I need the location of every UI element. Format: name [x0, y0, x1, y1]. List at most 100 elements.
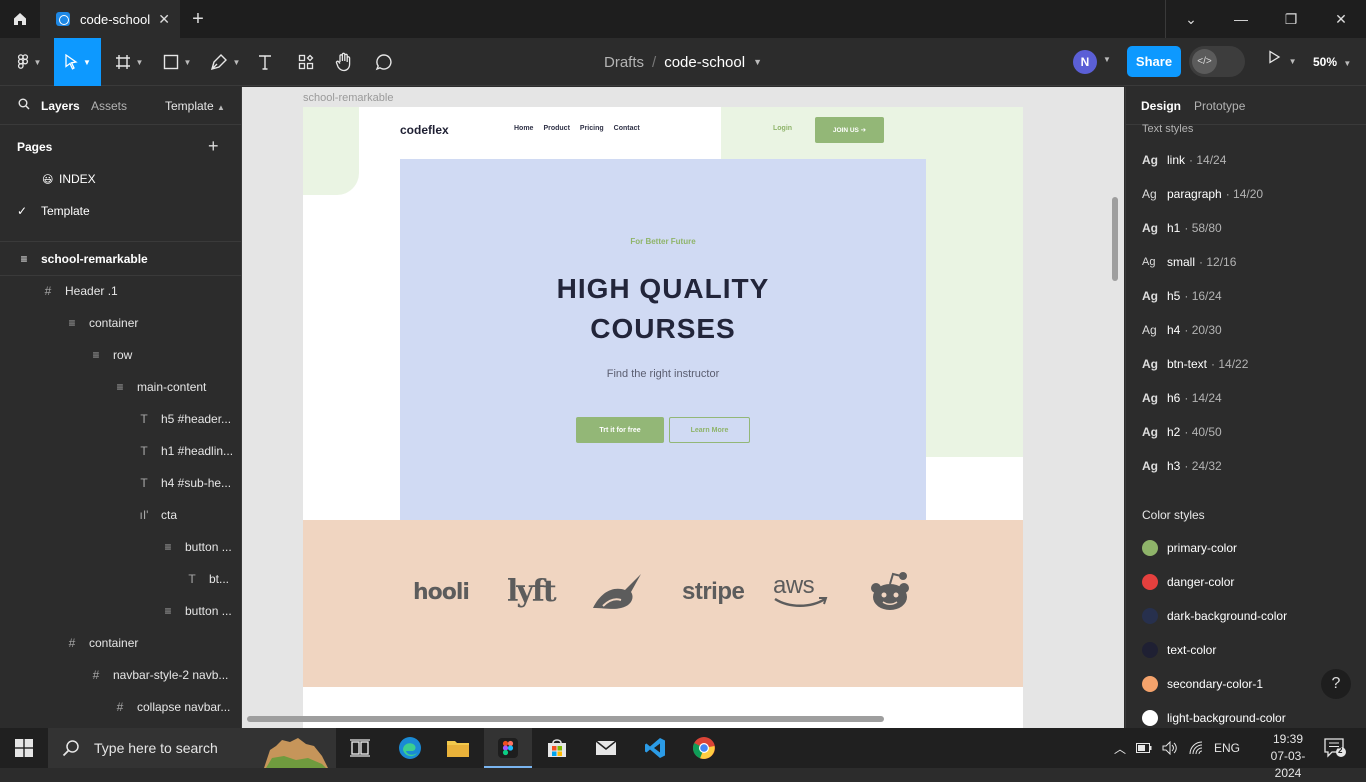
layer-row[interactable]: ≡ row	[0, 339, 241, 371]
layer-h1[interactable]: T h1 #headlin...	[0, 435, 241, 467]
layer-navbar[interactable]: # navbar-style-2 navb...	[0, 659, 241, 691]
restore-button[interactable]: ❐	[1266, 0, 1316, 38]
site-nav-contact[interactable]: Contact	[614, 125, 640, 132]
layer-main-content[interactable]: ≡ main-content	[0, 371, 241, 403]
taskbar-chrome[interactable]	[680, 728, 728, 768]
text-style-link[interactable]: Ag link · 14/24	[1142, 143, 1362, 177]
move-tool[interactable]: ▼	[54, 38, 101, 86]
new-tab-button[interactable]: +	[184, 0, 212, 38]
text-style-btn-text[interactable]: Ag btn-text · 14/22	[1142, 347, 1362, 381]
user-avatar[interactable]: N	[1073, 50, 1097, 74]
close-window-button[interactable]: ✕	[1316, 0, 1366, 38]
frame-label[interactable]: school-remarkable	[303, 92, 393, 104]
layer-cta[interactable]: ıI' cta	[0, 499, 241, 531]
wifi-icon[interactable]	[1188, 741, 1204, 755]
taskbar-search[interactable]: Type here to search	[48, 728, 336, 768]
layer-header[interactable]: # Header .1	[0, 275, 241, 307]
help-button[interactable]: ?	[1321, 669, 1351, 699]
text-style-h5[interactable]: Ag h5 · 16/24	[1142, 279, 1362, 313]
search-icon[interactable]	[18, 98, 30, 113]
taskbar-edge[interactable]	[386, 728, 434, 768]
tab-layers[interactable]: Layers	[41, 99, 80, 113]
layer-name: Header .1	[65, 284, 118, 298]
taskbar-vscode[interactable]	[631, 728, 679, 768]
hero-learn-more-button[interactable]: Learn More	[669, 417, 750, 443]
text-style-h4[interactable]: Ag h4 · 20/30	[1142, 313, 1362, 347]
taskbar-clock[interactable]: 19:39 07-03-2024	[1258, 731, 1318, 782]
share-button[interactable]: Share	[1127, 46, 1181, 77]
site-nav-pricing[interactable]: Pricing	[580, 125, 604, 132]
frame-icon: #	[44, 284, 52, 298]
tab-design[interactable]: Design	[1141, 99, 1181, 113]
pen-tool[interactable]: ▼	[206, 38, 244, 86]
frame-tool[interactable]: ▼	[110, 38, 148, 86]
chevron-down-icon[interactable]: ▼	[1103, 55, 1111, 64]
comment-tool[interactable]	[370, 38, 398, 86]
task-view-button[interactable]	[336, 728, 384, 768]
text-style-h2[interactable]: Ag h2 · 40/50	[1142, 415, 1362, 449]
color-style-text[interactable]: text-color	[1142, 633, 1362, 667]
taskbar-figma[interactable]	[484, 728, 532, 768]
hero-section[interactable]: For Better Future HIGH QUALITY COURSES F…	[400, 159, 926, 520]
divider	[0, 241, 241, 242]
dev-mode-toggle[interactable]: </>	[1189, 46, 1245, 77]
layer-button-1[interactable]: ≡ button ...	[0, 531, 241, 563]
resources-tool[interactable]	[292, 38, 320, 86]
color-style-light-background[interactable]: light-background-color	[1142, 701, 1362, 728]
site-nav-home[interactable]: Home	[514, 125, 533, 132]
color-style-primary[interactable]: primary-color	[1142, 531, 1362, 565]
design-canvas[interactable]: school-remarkable codeflex Home Product …	[242, 87, 1124, 728]
tab-template[interactable]: Template ▲	[165, 99, 225, 113]
page-index[interactable]: 😃 INDEX	[0, 163, 241, 195]
tab-assets[interactable]: Assets	[91, 99, 127, 113]
language-indicator[interactable]: ENG	[1214, 741, 1240, 755]
chevron-down-icon[interactable]: ⌄	[1166, 0, 1216, 38]
emoji-icon: 😃	[42, 173, 54, 186]
text-tool[interactable]	[252, 38, 278, 86]
tab-close-icon[interactable]: ✕	[158, 11, 170, 28]
page-template[interactable]: ✓ Template	[0, 195, 241, 227]
color-style-danger[interactable]: danger-color	[1142, 565, 1362, 599]
layer-h5[interactable]: T h5 #header...	[0, 403, 241, 435]
color-swatch	[1142, 710, 1158, 726]
tab-code-school[interactable]: code-school ✕	[40, 0, 180, 38]
layer-h4[interactable]: T h4 #sub-he...	[0, 467, 241, 499]
text-style-h1[interactable]: Ag h1 · 58/80	[1142, 211, 1362, 245]
frame-school-remarkable[interactable]: codeflex Home Product Pricing Contact Lo…	[303, 107, 1023, 728]
hand-tool[interactable]	[330, 38, 358, 86]
main-menu-button[interactable]: ▼	[10, 38, 48, 86]
site-login-link[interactable]: Login	[773, 125, 792, 132]
hero-try-free-button[interactable]: Trt it for free	[576, 417, 664, 443]
layer-collapse-navbar[interactable]: # collapse navbar...	[0, 691, 241, 723]
site-logo[interactable]: codeflex	[400, 123, 449, 137]
text-style-small[interactable]: Ag small · 12/16	[1142, 245, 1362, 279]
layer-container[interactable]: ≡ container	[0, 307, 241, 339]
taskbar-mail[interactable]	[582, 728, 630, 768]
taskbar-file-explorer[interactable]	[434, 728, 482, 768]
home-button[interactable]	[0, 0, 40, 38]
taskbar-store[interactable]	[533, 728, 581, 768]
notification-center-button[interactable]: 2	[1324, 738, 1346, 763]
color-style-dark-background[interactable]: dark-background-color	[1142, 599, 1362, 633]
vertical-scrollbar[interactable]	[1112, 197, 1118, 281]
minimize-button[interactable]: —	[1216, 0, 1266, 38]
zoom-dropdown[interactable]: 50% ▼	[1313, 55, 1351, 69]
start-button[interactable]	[0, 728, 48, 768]
present-button[interactable]: ▼	[1267, 50, 1297, 67]
volume-icon[interactable]	[1162, 741, 1178, 755]
site-nav-product[interactable]: Product	[543, 125, 569, 132]
layer-btn-text[interactable]: T bt...	[0, 563, 241, 595]
chevron-up-icon[interactable]: ︿	[1114, 740, 1126, 757]
text-style-h3[interactable]: Ag h3 · 24/32	[1142, 449, 1362, 483]
text-style-paragraph[interactable]: Ag paragraph · 14/20	[1142, 177, 1362, 211]
horizontal-scrollbar[interactable]	[247, 716, 884, 722]
site-join-button[interactable]: JOIN US ➔	[815, 117, 884, 143]
battery-icon[interactable]	[1136, 743, 1152, 753]
text-style-h6[interactable]: Ag h6 · 14/24	[1142, 381, 1362, 415]
layer-school-remarkable[interactable]: ≡ school-remarkable	[0, 243, 241, 275]
layer-button-2[interactable]: ≡ button ...	[0, 595, 241, 627]
shape-tool[interactable]: ▼	[158, 38, 196, 86]
add-page-icon[interactable]: +	[208, 136, 219, 157]
layer-container-2[interactable]: # container	[0, 627, 241, 659]
tab-prototype[interactable]: Prototype	[1194, 99, 1245, 113]
